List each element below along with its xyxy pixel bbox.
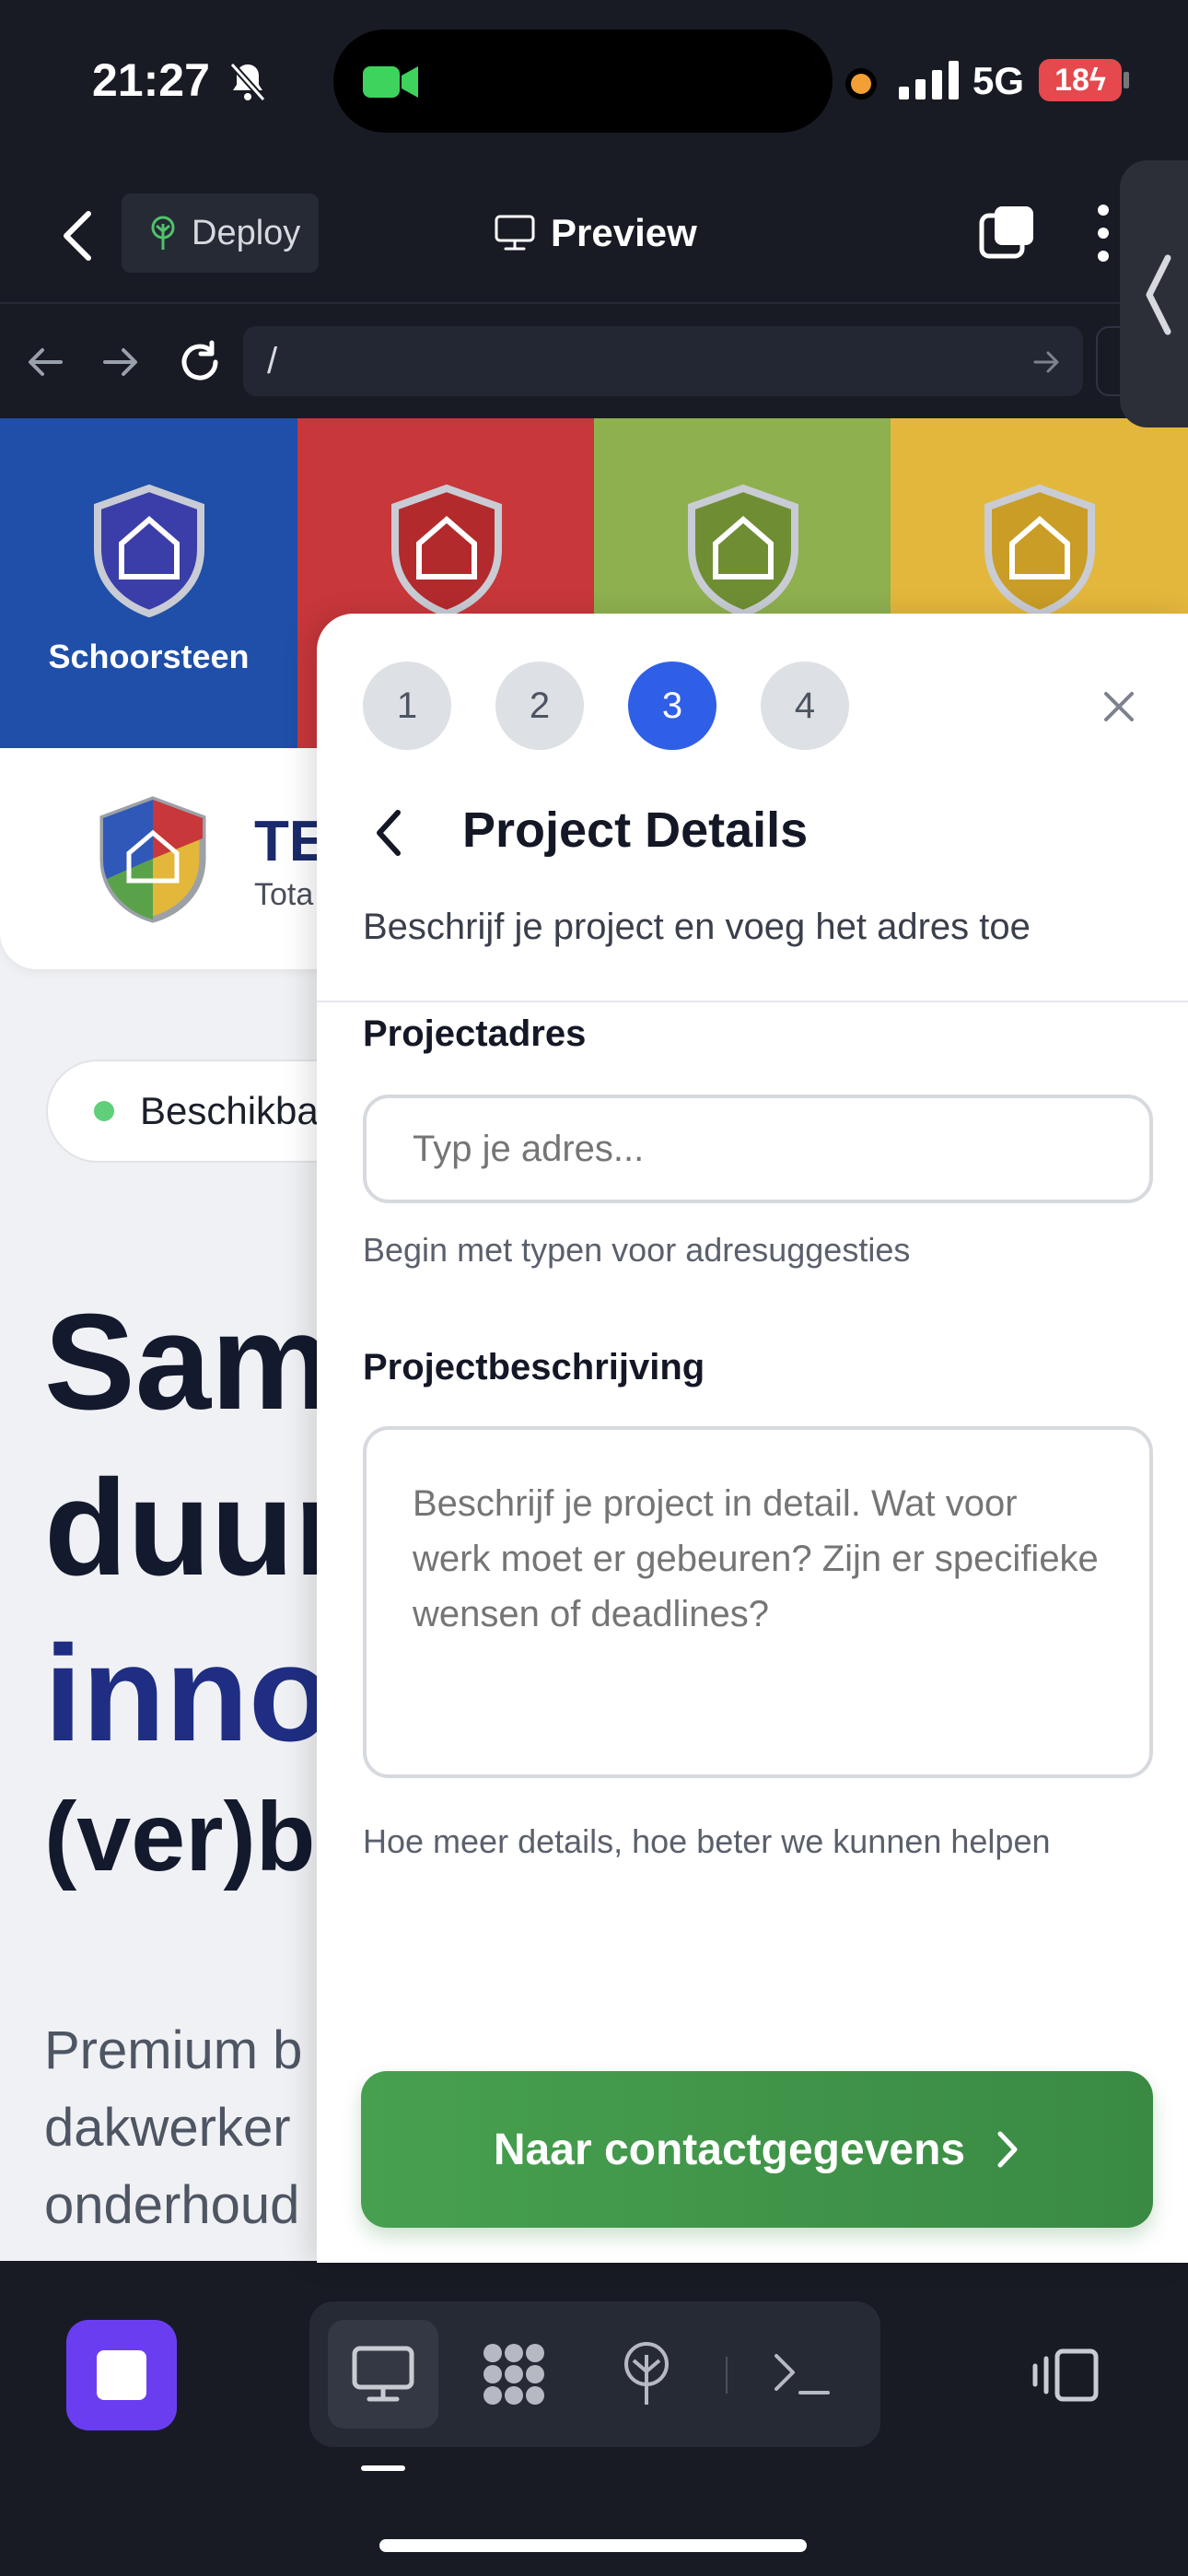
bottom-dock — [0, 2261, 1188, 2576]
chevron-left-icon — [1146, 254, 1171, 335]
view-switcher — [309, 2301, 880, 2447]
battery-tip — [1124, 72, 1129, 88]
category-label: Schoorsteen — [48, 638, 250, 675]
address-hint: Begin met typen voor adresuggesties — [363, 1231, 911, 1269]
battery-indicator: 18 ϟ — [1039, 59, 1122, 101]
browser-back-icon[interactable] — [20, 337, 70, 387]
description-label: Projectbeschrijving — [363, 1347, 705, 1388]
hero-line-2: duur — [44, 1452, 347, 1604]
next-contact-button[interactable]: Naar contactgegevens — [361, 2071, 1153, 2228]
description-textarea[interactable] — [363, 1426, 1153, 1778]
modal-title: Project Details — [462, 802, 809, 858]
monitor-icon — [352, 2346, 414, 2402]
apps-view-button[interactable] — [459, 2320, 569, 2429]
app-toolbar: Deploy Preview — [0, 175, 1188, 304]
active-tab-indicator — [361, 2465, 405, 2471]
hero-lead: Premium b dakwerker onderhoud — [44, 2012, 302, 2244]
stepper: 1 2 3 4 — [363, 662, 849, 750]
lead-line: Premium b — [44, 2020, 303, 2080]
status-bar: 21:27 5G 18 ϟ — [0, 0, 1188, 157]
stop-icon — [97, 2350, 146, 2400]
deploy-view-button[interactable] — [591, 2320, 702, 2429]
brand-subtitle: Tota — [254, 877, 314, 912]
lead-line: onderhoud — [44, 2175, 300, 2235]
deploy-tree-icon — [151, 216, 175, 250]
preview-tab[interactable]: Preview — [494, 201, 697, 265]
category-tile-schoorsteen[interactable]: Schoorsteen — [0, 418, 297, 748]
stop-button[interactable] — [66, 2320, 177, 2430]
step-3-active[interactable]: 3 — [628, 662, 716, 750]
facetime-camera-icon — [363, 66, 418, 98]
lead-line: dakwerker — [44, 2098, 291, 2158]
deploy-label: Deploy — [192, 213, 301, 252]
availability-text: Beschikba — [140, 1089, 319, 1132]
network-type: 5G — [973, 59, 1025, 102]
deploy-tree-icon — [624, 2342, 669, 2405]
side-panel-handle[interactable] — [1120, 160, 1188, 427]
shield-logo-icon — [984, 484, 1095, 617]
browser-nav-bar: / — [0, 304, 1188, 418]
close-icon[interactable] — [1101, 689, 1136, 724]
segment-divider — [726, 2357, 728, 2394]
back-chevron-icon[interactable] — [57, 208, 99, 263]
apps-icon — [483, 2344, 544, 2405]
preview-label: Preview — [551, 211, 697, 254]
more-menu-icon[interactable] — [1094, 203, 1112, 263]
chevron-right-icon — [997, 2131, 1018, 2168]
step-2[interactable]: 2 — [495, 662, 584, 750]
home-indicator — [379, 2539, 807, 2552]
project-details-modal: 1 2 3 4 Project Details Beschrijf je pro… — [317, 614, 1188, 2263]
address-label: Projectadres — [363, 1013, 587, 1054]
battery-level: 18 — [1054, 62, 1089, 98]
shield-logo-icon — [390, 484, 502, 617]
brand-logo-icon[interactable] — [96, 794, 210, 923]
status-dot — [94, 1101, 114, 1121]
reload-icon[interactable] — [175, 337, 225, 387]
url-input[interactable]: / — [243, 326, 1083, 396]
status-time: 21:27 — [92, 54, 210, 106]
bell-muted-icon — [229, 62, 266, 102]
modal-subtitle: Beschrijf je project en voeg het adres t… — [363, 907, 1031, 947]
back-chevron-icon[interactable] — [372, 807, 405, 859]
step-4[interactable]: 4 — [761, 662, 849, 750]
url-text: / — [267, 340, 278, 381]
divider — [317, 1001, 1188, 1002]
shield-logo-icon — [93, 484, 204, 617]
cta-label: Naar contactgegevens — [493, 2125, 966, 2174]
step-1[interactable]: 1 — [363, 662, 451, 750]
go-arrow-icon[interactable] — [1031, 346, 1063, 378]
monitor-view-button[interactable] — [328, 2320, 438, 2429]
hero-line-3: inno — [44, 1618, 332, 1770]
deploy-button[interactable]: Deploy — [122, 193, 319, 273]
tabs-icon[interactable] — [978, 203, 1037, 262]
terminal-icon — [775, 2354, 830, 2395]
signal-icon — [899, 61, 959, 100]
recording-indicator — [851, 74, 871, 94]
terminal-view-button[interactable] — [748, 2320, 858, 2429]
hero-line-4: (ver)b — [44, 1783, 316, 1891]
monitor-icon — [495, 215, 535, 251]
browser-forward-icon[interactable] — [96, 337, 146, 387]
hero-line-1: Sam — [44, 1286, 332, 1438]
shield-logo-icon — [687, 484, 798, 617]
description-hint: Hoe meer details, hoe beter we kunnen he… — [363, 1822, 1051, 1860]
charging-bolt-icon: ϟ — [1089, 62, 1106, 98]
split-layout-icon[interactable] — [1031, 2348, 1100, 2403]
address-input[interactable] — [363, 1095, 1153, 1203]
